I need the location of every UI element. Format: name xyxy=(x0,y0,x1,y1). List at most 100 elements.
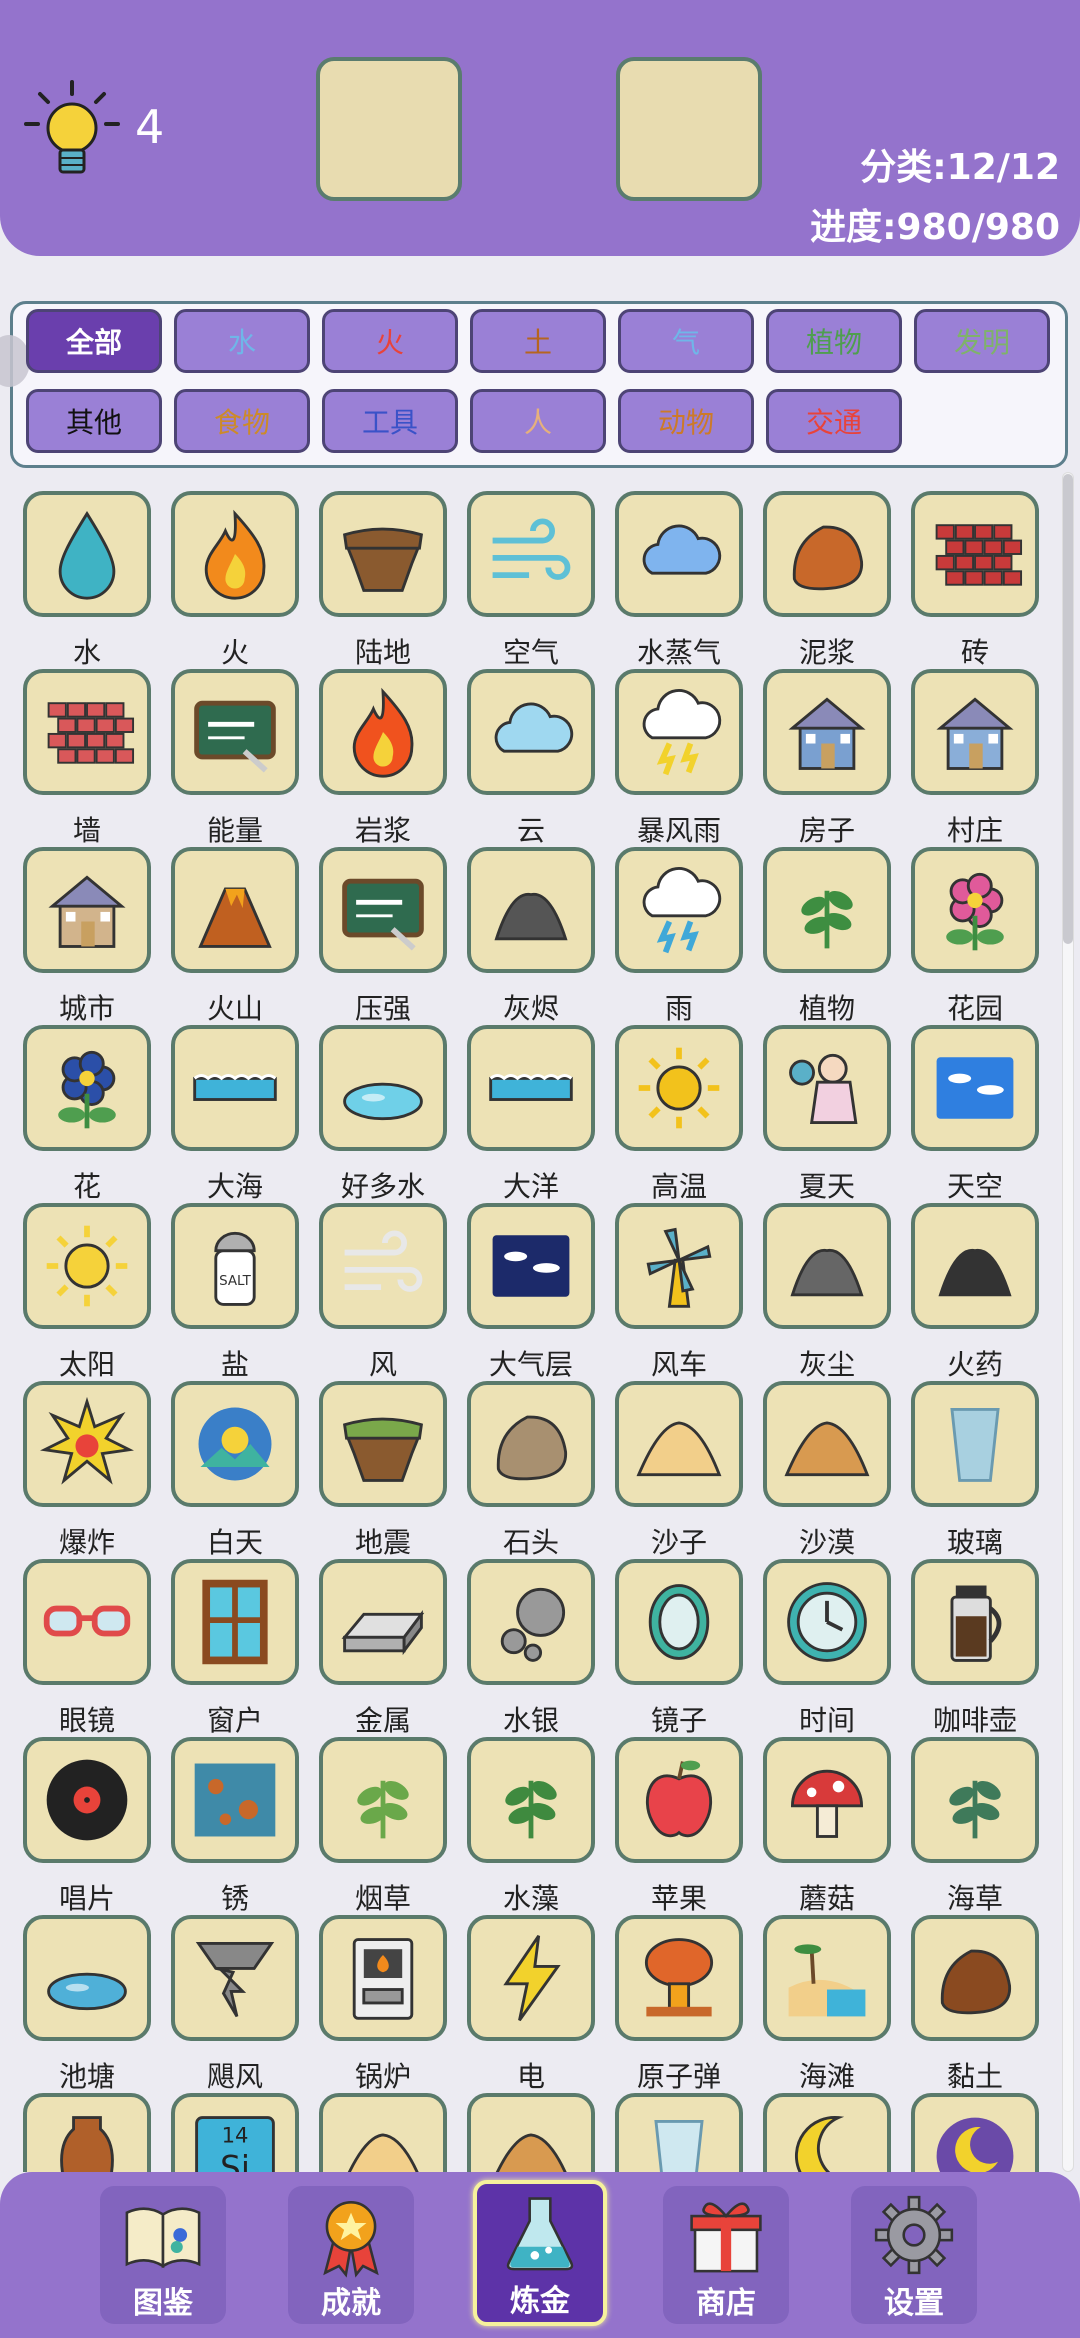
clay-icon[interactable] xyxy=(911,1915,1039,2041)
element-item[interactable]: 烟草 xyxy=(319,1737,447,1915)
element-item[interactable]: 好多水 xyxy=(319,1025,447,1203)
element-item[interactable]: 锈 xyxy=(171,1737,299,1915)
clock-icon[interactable] xyxy=(763,1559,891,1685)
metal-icon[interactable] xyxy=(319,1559,447,1685)
filter-1[interactable]: 水 xyxy=(174,309,310,373)
element-item[interactable]: 苹果 xyxy=(615,1737,743,1915)
element-item[interactable]: 墙 xyxy=(23,669,151,847)
element-item[interactable]: 大气层 xyxy=(467,1203,595,1381)
steam-icon[interactable] xyxy=(615,491,743,617)
element-item[interactable]: 地震 xyxy=(319,1381,447,1559)
element-item[interactable]: 时间 xyxy=(763,1559,891,1737)
element-item[interactable] xyxy=(23,2093,151,2172)
summer-icon[interactable] xyxy=(763,1025,891,1151)
element-item[interactable]: 灰烬 xyxy=(467,847,595,1025)
element-item[interactable]: 咖啡壶 xyxy=(911,1559,1039,1737)
element-item[interactable]: 锅炉 xyxy=(319,1915,447,2093)
element-item[interactable]: 岩浆 xyxy=(319,669,447,847)
element-item[interactable]: 玻璃 xyxy=(911,1381,1039,1559)
element-item[interactable]: 原子弹 xyxy=(615,1915,743,2093)
filter-11[interactable]: 动物 xyxy=(618,389,754,453)
gunpowder-icon[interactable] xyxy=(911,1203,1039,1329)
window-icon[interactable] xyxy=(171,1559,299,1685)
element-item[interactable]: 水银 xyxy=(467,1559,595,1737)
element-item[interactable]: 海草 xyxy=(911,1737,1039,1915)
storm-icon[interactable] xyxy=(615,669,743,795)
filter-9[interactable]: 工具 xyxy=(322,389,458,453)
element-item[interactable]: 火药 xyxy=(911,1203,1039,1381)
element-item[interactable]: 14 Si xyxy=(171,2093,299,2172)
filter-0[interactable]: 全部 xyxy=(26,309,162,373)
rust-icon[interactable] xyxy=(171,1737,299,1863)
nav-medal[interactable]: 成就 xyxy=(288,2186,414,2324)
dust-icon[interactable] xyxy=(763,1203,891,1329)
pond-icon[interactable] xyxy=(23,1915,151,2041)
algae-icon[interactable] xyxy=(467,1737,595,1863)
element-item[interactable] xyxy=(319,2093,447,2172)
sea-icon[interactable] xyxy=(171,1025,299,1151)
element-item[interactable]: 云 xyxy=(467,669,595,847)
lightning-icon[interactable] xyxy=(467,1915,595,2041)
element-item[interactable]: 火山 xyxy=(171,847,299,1025)
energy-board-icon[interactable] xyxy=(171,669,299,795)
plant-icon[interactable] xyxy=(763,847,891,973)
element-item[interactable]: 石头 xyxy=(467,1381,595,1559)
vase-icon[interactable] xyxy=(23,2093,151,2172)
city-icon[interactable] xyxy=(23,847,151,973)
element-item[interactable]: 泥浆 xyxy=(763,491,891,669)
element-item[interactable]: 暴风雨 xyxy=(615,669,743,847)
filter-10[interactable]: 人 xyxy=(470,389,606,453)
house-icon[interactable] xyxy=(763,669,891,795)
nav-gift[interactable]: 商店 xyxy=(663,2186,789,2324)
beach-icon[interactable] xyxy=(763,1915,891,2041)
element-item[interactable]: 金属 xyxy=(319,1559,447,1737)
element-item[interactable]: 陆地 xyxy=(319,491,447,669)
filter-8[interactable]: 食物 xyxy=(174,389,310,453)
element-item[interactable]: 水 xyxy=(23,491,151,669)
pyramid-icon[interactable] xyxy=(467,2093,595,2172)
element-item[interactable]: 海滩 xyxy=(763,1915,891,2093)
sun-icon[interactable] xyxy=(23,1203,151,1329)
heat-icon[interactable] xyxy=(615,1025,743,1151)
element-item[interactable]: 黏土 xyxy=(911,1915,1039,2093)
element-item[interactable]: 太阳 xyxy=(23,1203,151,1381)
fire-icon[interactable] xyxy=(171,491,299,617)
seaweed-icon[interactable] xyxy=(911,1737,1039,1863)
tobacco-icon[interactable] xyxy=(319,1737,447,1863)
element-item[interactable]: 雨 xyxy=(615,847,743,1025)
element-item[interactable]: 高温 xyxy=(615,1025,743,1203)
air-icon[interactable] xyxy=(467,491,595,617)
salt-icon[interactable]: SALT xyxy=(171,1203,299,1329)
earthquake-icon[interactable] xyxy=(319,1381,447,1507)
nav-book[interactable]: 图鉴 xyxy=(100,2186,226,2324)
element-item[interactable]: 植物 xyxy=(763,847,891,1025)
element-item[interactable]: 飓风 xyxy=(171,1915,299,2093)
element-item[interactable]: 沙子 xyxy=(615,1381,743,1559)
coffee-pot-icon[interactable] xyxy=(911,1559,1039,1685)
element-item[interactable]: 风车 xyxy=(615,1203,743,1381)
element-item[interactable] xyxy=(763,2093,891,2172)
sand-icon[interactable] xyxy=(615,1381,743,1507)
land-icon[interactable] xyxy=(319,491,447,617)
apple-icon[interactable] xyxy=(615,1737,743,1863)
nav-flask[interactable]: 炼金 xyxy=(473,2180,607,2326)
boiler-icon[interactable] xyxy=(319,1915,447,2041)
village-icon[interactable] xyxy=(911,669,1039,795)
filter-2[interactable]: 火 xyxy=(322,309,458,373)
element-item[interactable]: 唱片 xyxy=(23,1737,151,1915)
element-item[interactable]: 沙漠 xyxy=(763,1381,891,1559)
combine-slot-left[interactable] xyxy=(316,57,462,201)
flower-icon[interactable] xyxy=(23,1025,151,1151)
mirror-icon[interactable] xyxy=(615,1559,743,1685)
element-item[interactable]: 火 xyxy=(171,491,299,669)
windmill-icon[interactable] xyxy=(615,1203,743,1329)
rain-icon[interactable] xyxy=(615,847,743,973)
element-item[interactable] xyxy=(467,2093,595,2172)
nuke-icon[interactable] xyxy=(615,1915,743,2041)
element-item[interactable]: 白天 xyxy=(171,1381,299,1559)
sand-pile-icon[interactable] xyxy=(319,2093,447,2172)
desert-icon[interactable] xyxy=(763,1381,891,1507)
element-item[interactable]: 电 xyxy=(467,1915,595,2093)
brick-icon[interactable] xyxy=(911,491,1039,617)
element-item[interactable]: 天空 xyxy=(911,1025,1039,1203)
